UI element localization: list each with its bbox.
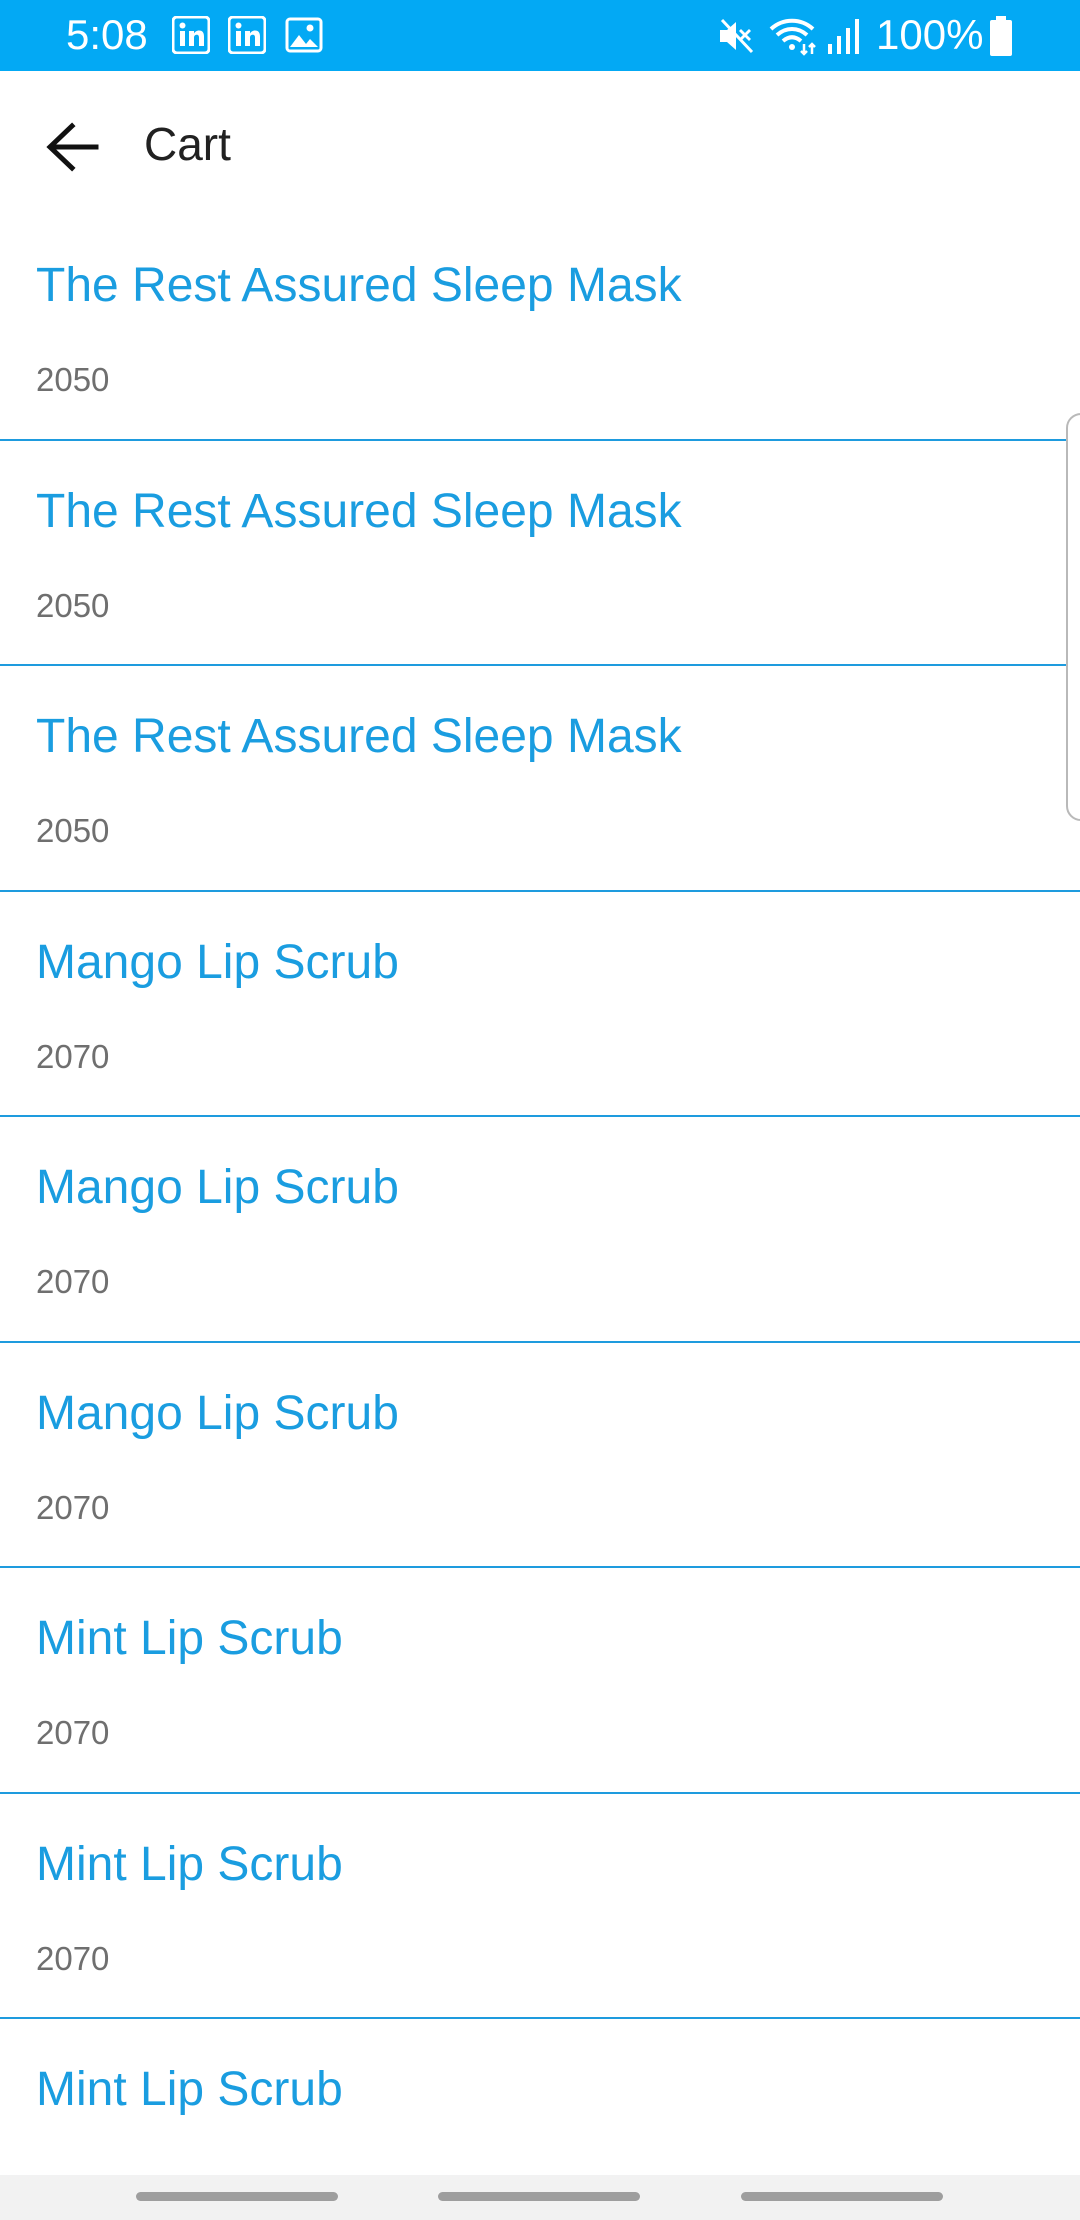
item-price: 2050 xyxy=(36,586,110,624)
item-name: The Rest Assured Sleep Mask xyxy=(36,259,682,312)
status-time: 5:08 xyxy=(66,11,148,58)
item-name: Mint Lip Scrub xyxy=(36,1837,343,1891)
cart-item[interactable]: The Rest Assured Sleep Mask 2050 xyxy=(0,215,1080,441)
cart-item[interactable]: Mint Lip Scrub 2070 xyxy=(0,1568,1080,1794)
item-name: Mango Lip Scrub xyxy=(36,1161,399,1214)
cart-item[interactable]: Mint Lip Scrub xyxy=(0,2019,1080,2175)
item-price: 2070 xyxy=(36,1939,110,1977)
cart-item[interactable]: Mango Lip Scrub 2070 xyxy=(0,1343,1080,1568)
battery-icon xyxy=(990,16,1012,56)
cart-item[interactable]: The Rest Assured Sleep Mask 2050 xyxy=(0,666,1080,892)
app-bar: Cart xyxy=(0,71,1080,218)
cart-item[interactable]: The Rest Assured Sleep Mask 2050 xyxy=(0,441,1080,666)
nav-recents-button[interactable] xyxy=(136,2192,338,2201)
image-icon xyxy=(285,17,323,53)
item-price: 2050 xyxy=(36,361,110,398)
item-name: Mango Lip Scrub xyxy=(36,935,399,989)
navigation-bar xyxy=(0,2175,1080,2220)
item-price: 2070 xyxy=(36,1488,110,1526)
battery-percentage: 100% xyxy=(876,11,984,58)
item-name: The Rest Assured Sleep Mask xyxy=(36,484,682,538)
back-button[interactable] xyxy=(30,105,114,189)
nav-back-button[interactable] xyxy=(741,2192,943,2201)
linkedin-icon xyxy=(228,16,266,54)
cart-item[interactable]: Mango Lip Scrub 2070 xyxy=(0,1117,1080,1343)
item-name: Mango Lip Scrub xyxy=(36,1386,399,1440)
item-name: Mint Lip Scrub xyxy=(36,2063,343,2116)
item-name: Mint Lip Scrub xyxy=(36,1612,343,1665)
signal-icon xyxy=(828,19,859,54)
arrow-left-icon xyxy=(46,122,99,172)
item-price: 2070 xyxy=(36,1263,110,1300)
item-price: 2070 xyxy=(36,1037,110,1075)
wifi-icon xyxy=(769,18,816,56)
nav-home-button[interactable] xyxy=(438,2192,640,2201)
linkedin-icon xyxy=(172,16,210,54)
item-name: The Rest Assured Sleep Mask xyxy=(36,710,682,763)
item-price: 2070 xyxy=(36,1714,110,1751)
mute-icon xyxy=(720,18,754,54)
page-title: Cart xyxy=(144,118,231,170)
cart-item[interactable]: Mango Lip Scrub 2070 xyxy=(0,892,1080,1117)
cart-item[interactable]: Mint Lip Scrub 2070 xyxy=(0,1794,1080,2019)
cart-list[interactable]: The Rest Assured Sleep Mask 2050 The Res… xyxy=(0,215,1080,2175)
item-price: 2050 xyxy=(36,812,110,849)
status-bar: 5:08 100% xyxy=(0,0,1080,71)
scroll-handle[interactable] xyxy=(1066,413,1080,821)
